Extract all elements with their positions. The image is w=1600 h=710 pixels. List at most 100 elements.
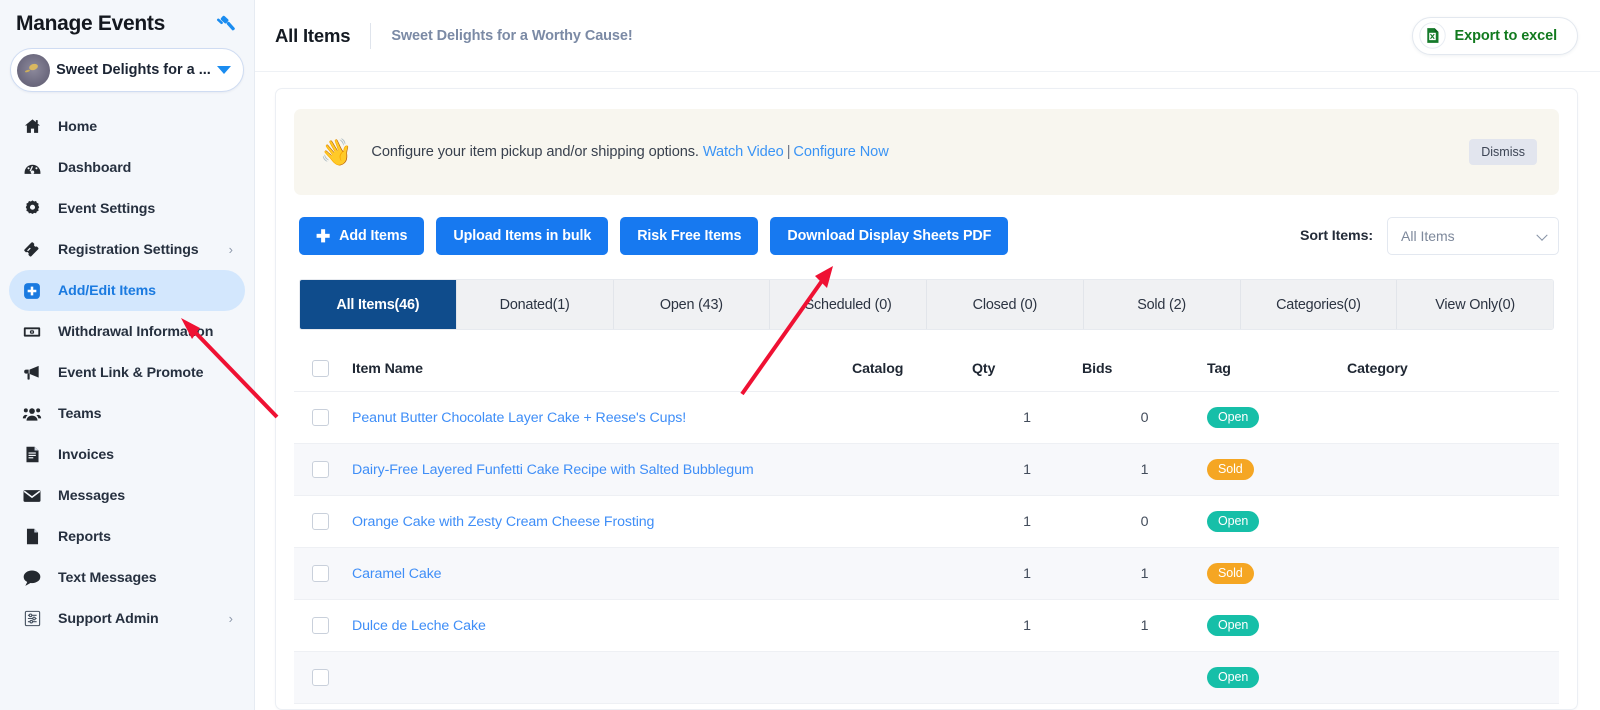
row-qty-cell: 1 (972, 547, 1082, 600)
row-checkbox[interactable] (312, 409, 329, 426)
sidebar-item-support-admin[interactable]: Support Admin › (9, 598, 245, 639)
sidebar-item-label: Text Messages (58, 569, 157, 586)
upload-items-in-bulk-button[interactable]: Upload Items in bulk (436, 217, 609, 255)
row-item-name-cell: Orange Cake with Zesty Cream Cheese Fros… (352, 495, 852, 548)
watch-video-link[interactable]: Watch Video (703, 144, 784, 160)
header-item-name: Item Name (352, 330, 852, 392)
header-catalog: Catalog (852, 330, 972, 392)
people-icon (20, 404, 44, 424)
row-qty-cell: 1 (972, 599, 1082, 652)
item-name-link[interactable]: Peanut Butter Chocolate Layer Cake + Ree… (352, 410, 686, 426)
title-divider (370, 22, 372, 49)
row-category-cell (1347, 495, 1559, 548)
sidebar-item-reports[interactable]: Reports (9, 516, 245, 557)
gavel-icon (214, 12, 238, 36)
items-table-head: Item Name Catalog Qty Bids Tag Category (294, 330, 1559, 392)
row-item-name-cell (352, 651, 852, 704)
banner-separator: | (786, 144, 791, 160)
row-select-cell (294, 443, 352, 496)
row-bids-cell (1082, 651, 1207, 704)
select-all-header (294, 330, 352, 392)
tab-categories[interactable]: Categories(0) (1240, 280, 1398, 329)
tab-view-only[interactable]: View Only(0) (1397, 280, 1553, 329)
app-root: Manage Events Sweet Delights for a ... H… (0, 0, 1600, 710)
sidebar-item-dashboard[interactable]: Dashboard (9, 147, 245, 188)
sidebar: Manage Events Sweet Delights for a ... H… (0, 0, 255, 710)
row-checkbox[interactable] (312, 513, 329, 530)
add-items-button[interactable]: ✚ Add Items (299, 217, 425, 255)
sidebar-title: Manage Events (16, 12, 165, 35)
sidebar-item-invoices[interactable]: Invoices (9, 434, 245, 475)
sidebar-item-withdrawal-information[interactable]: Withdrawal Information (9, 311, 245, 352)
table-row: Caramel Cake 1 1 Sold (294, 547, 1559, 600)
dismiss-button[interactable]: Dismiss (1469, 139, 1537, 165)
ticket-icon (20, 240, 44, 260)
tab-open[interactable]: Open (43) (613, 280, 771, 329)
item-name-link[interactable]: Caramel Cake (352, 566, 442, 582)
event-selector-label: Sweet Delights for a ... (56, 62, 211, 78)
row-select-cell (294, 547, 352, 600)
configure-now-link[interactable]: Configure Now (793, 144, 888, 160)
item-name-link[interactable]: Dulce de Leche Cake (352, 618, 486, 634)
row-select-cell (294, 391, 352, 444)
export-to-excel-button[interactable]: Export to excel (1411, 16, 1578, 55)
item-name-link[interactable]: Orange Cake with Zesty Cream Cheese Fros… (352, 514, 654, 530)
row-catalog-cell (852, 443, 972, 496)
row-catalog-cell (852, 391, 972, 444)
dashboard-icon (20, 158, 44, 177)
sidebar-item-event-link-promote[interactable]: Event Link & Promote (9, 352, 245, 393)
sliders-icon (20, 609, 44, 628)
sidebar-item-label: Messages (58, 487, 126, 504)
sidebar-item-messages[interactable]: Messages (9, 475, 245, 516)
row-item-name-cell: Dairy-Free Layered Funfetti Cake Recipe … (352, 443, 852, 496)
banner-message: Configure your item pickup and/or shippi… (371, 144, 699, 160)
row-checkbox[interactable] (312, 461, 329, 478)
row-tag-cell: Open (1207, 495, 1347, 548)
row-checkbox[interactable] (312, 617, 329, 634)
sidebar-item-label: Support Admin (58, 610, 159, 627)
item-name-link[interactable]: Dairy-Free Layered Funfetti Cake Recipe … (352, 462, 754, 478)
download-display-sheets-pdf-button[interactable]: Download Display Sheets PDF (770, 217, 1009, 255)
event-selector[interactable]: Sweet Delights for a ... (10, 48, 244, 92)
waving-hand-icon: 👋 (320, 137, 353, 167)
risk-free-items-button[interactable]: Risk Free Items (620, 217, 759, 255)
chevron-down-icon (217, 66, 231, 74)
row-select-cell (294, 495, 352, 548)
status-badge: Open (1207, 667, 1260, 688)
tab-scheduled[interactable]: Scheduled (0) (770, 280, 927, 329)
tab-donated[interactable]: Donated(1) (456, 280, 614, 329)
row-bids-cell: 0 (1082, 495, 1207, 548)
row-checkbox[interactable] (312, 669, 329, 686)
select-all-checkbox[interactable] (312, 360, 329, 377)
content-area: 👋 Configure your item pickup and/or ship… (255, 72, 1600, 710)
row-tag-cell: Sold (1207, 443, 1347, 496)
sidebar-item-event-settings[interactable]: Event Settings (9, 188, 245, 229)
sidebar-item-label: Dashboard (58, 159, 132, 176)
sort-items-select[interactable]: All Items (1387, 217, 1559, 255)
row-bids-cell: 0 (1082, 391, 1207, 444)
tab-closed[interactable]: Closed (0) (927, 280, 1084, 329)
row-tag-cell: Sold (1207, 547, 1347, 600)
tab-sold[interactable]: Sold (2) (1083, 280, 1241, 329)
sidebar-item-registration-settings[interactable]: Registration Settings › (9, 229, 245, 270)
table-row: Orange Cake with Zesty Cream Cheese Fros… (294, 495, 1559, 548)
sidebar-item-teams[interactable]: Teams (9, 393, 245, 434)
row-category-cell (1347, 443, 1559, 496)
sidebar-item-add-edit-items[interactable]: Add/Edit Items (9, 270, 245, 311)
page-title: All Items (275, 24, 351, 46)
header-bids: Bids (1082, 330, 1207, 392)
sidebar-item-label: Home (58, 118, 98, 135)
megaphone-icon (20, 363, 44, 383)
table-header-row: Item Name Catalog Qty Bids Tag Category (294, 330, 1559, 392)
sidebar-item-label: Event Settings (58, 200, 156, 217)
sidebar-item-home[interactable]: Home (9, 106, 245, 147)
sidebar-item-text-messages[interactable]: Text Messages (9, 557, 245, 598)
header-qty: Qty (972, 330, 1082, 392)
status-badge: Sold (1207, 459, 1254, 480)
tab-all-items[interactable]: All Items(46) (300, 280, 457, 329)
event-avatar (17, 53, 50, 87)
row-bids-cell: 1 (1082, 599, 1207, 652)
table-row: Peanut Butter Chocolate Layer Cake + Ree… (294, 391, 1559, 444)
sort-items-control: Sort Items: All Items (1300, 217, 1559, 255)
row-checkbox[interactable] (312, 565, 329, 582)
